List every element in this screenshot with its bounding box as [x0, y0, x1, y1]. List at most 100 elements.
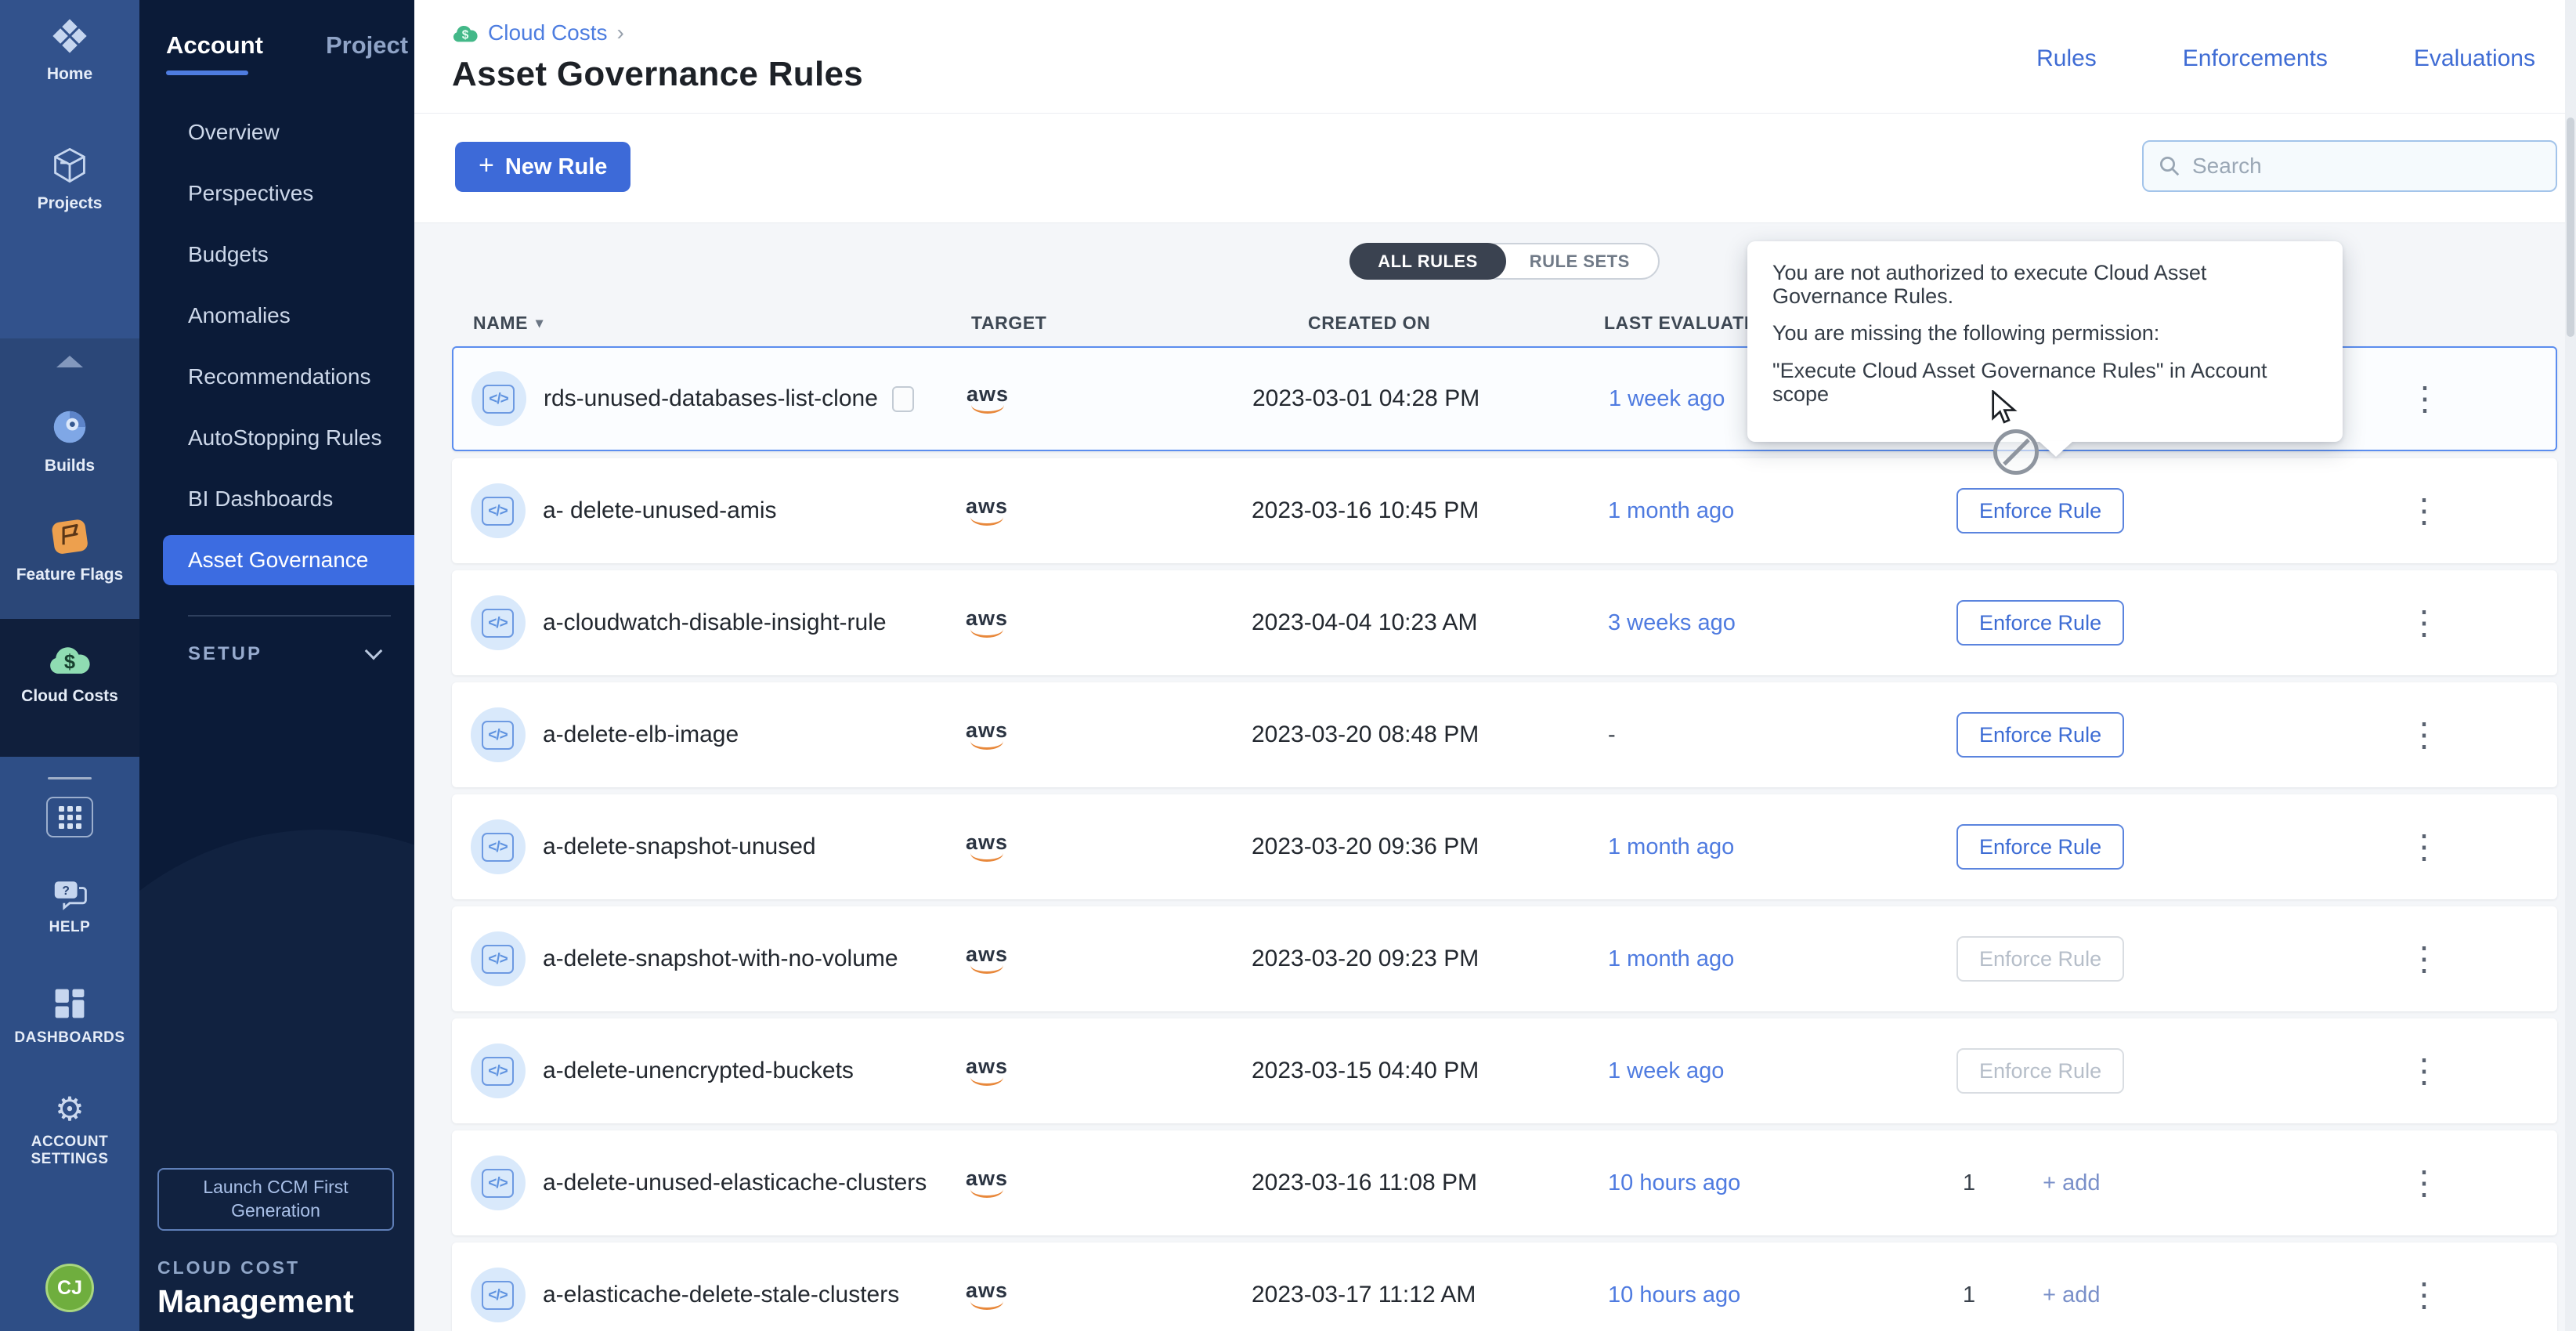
add-enforcement-link[interactable]: + add — [2043, 1170, 2100, 1196]
enforce-rule-button[interactable]: Enforce Rule — [1956, 936, 2124, 982]
sidebar-item-recommendations[interactable]: Recommendations — [139, 346, 414, 407]
created-on-value: 2023-03-01 04:28 PM — [1252, 385, 1609, 412]
breadcrumb-separator: › — [617, 20, 624, 45]
aws-logo-icon: aws — [966, 496, 1008, 526]
enforce-rule-button[interactable]: Enforce Rule — [1956, 824, 2124, 870]
add-enforcement-link[interactable]: + add — [2043, 1282, 2100, 1308]
row-menu-kebab-icon[interactable]: ⋮ — [2397, 1054, 2451, 1087]
nav-link-rules[interactable]: Rules — [2036, 45, 2097, 72]
last-evaluation-link[interactable]: 1 month ago — [1608, 946, 1956, 972]
last-evaluation-link[interactable]: 1 month ago — [1608, 498, 1956, 524]
plus-icon: + — [479, 150, 494, 181]
sidebar-item-asset-governance[interactable]: Asset Governance — [163, 535, 414, 585]
rail-item-builds[interactable]: Builds — [45, 406, 95, 476]
table-row[interactable]: </> a- delete-unused-amis aws 2023-03-16… — [452, 458, 2557, 563]
rule-name: rds-unused-databases-list-clone — [544, 385, 878, 412]
sidebar-item-overview[interactable]: Overview — [139, 102, 414, 163]
builds-icon — [49, 406, 91, 448]
row-menu-kebab-icon[interactable]: ⋮ — [2397, 606, 2451, 639]
table-row[interactable]: </> a-cloudwatch-disable-insight-rule aw… — [452, 570, 2557, 675]
table-row[interactable]: </> a-delete-elb-image aws 2023-03-20 08… — [452, 682, 2557, 787]
row-menu-kebab-icon[interactable]: ⋮ — [2397, 1279, 2451, 1311]
avatar-initials: CJ — [57, 1277, 82, 1300]
rail-item-home[interactable]: Home — [47, 16, 92, 84]
breadcrumb: $ Cloud Costs › — [452, 20, 624, 45]
row-menu-kebab-icon[interactable]: ⋮ — [2397, 830, 2451, 863]
module-eyebrow: CLOUD COST — [157, 1257, 394, 1279]
row-menu-kebab-icon[interactable]: ⋮ — [2397, 1166, 2451, 1199]
sort-caret-icon: ▾ — [536, 315, 544, 331]
last-evaluation-link[interactable]: 3 weeks ago — [1608, 610, 1956, 636]
tab-project[interactable]: Project — [326, 31, 408, 75]
sidebar-item-budgets[interactable]: Budgets — [139, 224, 414, 285]
rule-icon: </> — [471, 1268, 526, 1322]
row-menu-kebab-icon[interactable]: ⋮ — [2397, 494, 2451, 527]
rail-item-dashboards[interactable]: DASHBOARDS — [14, 986, 125, 1047]
rail-collapse-toggle[interactable] — [0, 338, 139, 384]
column-header-created-on: CREATED ON — [1308, 313, 1604, 334]
column-header-name[interactable]: NAME ▾ — [473, 313, 971, 334]
rule-code-glyph: </> — [482, 721, 513, 750]
breadcrumb-link-cloud-costs[interactable]: Cloud Costs — [488, 20, 608, 45]
nav-link-enforcements[interactable]: Enforcements — [2183, 45, 2328, 72]
last-evaluation-link[interactable]: 1 week ago — [1608, 1058, 1956, 1084]
toggle-all-rules[interactable]: ALL RULES — [1349, 243, 1506, 280]
aws-logo-text: aws — [966, 832, 1008, 853]
tooltip-line: "Execute Cloud Asset Governance Rules" i… — [1772, 360, 2318, 406]
new-rule-button[interactable]: + New Rule — [455, 142, 630, 192]
rail-item-feature-flags[interactable]: Feature Flags — [16, 515, 124, 584]
rule-icon: </> — [471, 1156, 526, 1210]
rail-item-account-settings[interactable]: ⚙ ACCOUNT SETTINGS — [11, 1093, 128, 1170]
last-evaluation-link[interactable]: 1 month ago — [1608, 834, 1956, 860]
created-on-value: 2023-03-20 08:48 PM — [1252, 722, 1608, 748]
scrollbar-thumb[interactable] — [2567, 118, 2574, 337]
rule-code-glyph: </> — [482, 1281, 513, 1310]
rail-label: ACCOUNT SETTINGS — [11, 1134, 128, 1170]
table-row[interactable]: </> a-delete-snapshot-unused aws 2023-03… — [452, 794, 2557, 899]
table-row[interactable]: </> a-delete-unencrypted-buckets aws 202… — [452, 1018, 2557, 1123]
search-input[interactable] — [2192, 154, 2542, 179]
user-avatar[interactable]: CJ — [45, 1264, 94, 1312]
collapse-arrow-icon — [56, 356, 83, 367]
row-menu-kebab-icon[interactable]: ⋮ — [2397, 382, 2452, 415]
sidebar-item-bi-dashboards[interactable]: BI Dashboards — [139, 468, 414, 530]
tooltip-line: You are missing the following permission… — [1772, 322, 2318, 345]
row-menu-kebab-icon[interactable]: ⋮ — [2397, 718, 2451, 751]
page-title: Asset Governance Rules — [452, 55, 863, 94]
setup-section-toggle[interactable]: SETUP — [139, 617, 414, 665]
sidebar-item-anomalies[interactable]: Anomalies — [139, 285, 414, 346]
enforce-rule-button[interactable]: Enforce Rule — [1956, 1048, 2124, 1094]
created-on-value: 2023-04-04 10:23 AM — [1252, 609, 1608, 636]
toggle-rule-sets[interactable]: RULE SETS — [1479, 243, 1660, 280]
created-on-value: 2023-03-20 09:36 PM — [1252, 834, 1608, 860]
tooltip-line: You are not authorized to execute Cloud … — [1772, 262, 2318, 308]
tab-account[interactable]: Account — [166, 31, 263, 75]
table-row[interactable]: </> a-delete-snapshot-with-no-volume aws… — [452, 906, 2557, 1011]
rule-name: a-delete-unencrypted-buckets — [543, 1058, 854, 1084]
last-evaluation-link[interactable]: 10 hours ago — [1608, 1282, 1956, 1308]
launch-ccm-first-gen-button[interactable]: Launch CCM First Generation — [157, 1168, 394, 1231]
module-picker-button[interactable] — [46, 797, 93, 837]
nav-link-evaluations[interactable]: Evaluations — [2414, 45, 2535, 72]
enforce-rule-button[interactable]: Enforce Rule — [1956, 600, 2124, 646]
copy-icon[interactable] — [892, 386, 914, 412]
rule-name: a-elasticache-delete-stale-clusters — [543, 1282, 899, 1308]
last-evaluation-link[interactable]: 10 hours ago — [1608, 1170, 1956, 1196]
page-scrollbar[interactable] — [2565, 0, 2576, 1331]
rule-icon: </> — [471, 1043, 526, 1098]
rail-item-cloud-costs[interactable]: $ Cloud Costs — [21, 641, 118, 706]
aws-logo-icon: aws — [966, 1168, 1008, 1198]
sidebar-item-perspectives[interactable]: Perspectives — [139, 163, 414, 224]
table-row[interactable]: </> a-elasticache-delete-stale-clusters … — [452, 1242, 2557, 1331]
enforce-rule-button[interactable]: Enforce Rule — [1956, 488, 2124, 533]
module-rail: Home Projects Builds — [0, 0, 139, 1331]
rule-name: a-cloudwatch-disable-insight-rule — [543, 609, 887, 636]
rail-item-help[interactable]: ? HELP — [49, 878, 91, 937]
table-row[interactable]: </> a-delete-unused-elasticache-clusters… — [452, 1130, 2557, 1235]
row-menu-kebab-icon[interactable]: ⋮ — [2397, 942, 2451, 975]
rule-name: a-delete-unused-elasticache-clusters — [543, 1170, 927, 1196]
rules-table-body: </> rds-unused-databases-list-clone aws … — [452, 346, 2557, 1331]
rail-item-projects[interactable]: Projects — [38, 145, 103, 213]
enforce-rule-button[interactable]: Enforce Rule — [1956, 712, 2124, 758]
sidebar-item-autostopping-rules[interactable]: AutoStopping Rules — [139, 407, 414, 468]
